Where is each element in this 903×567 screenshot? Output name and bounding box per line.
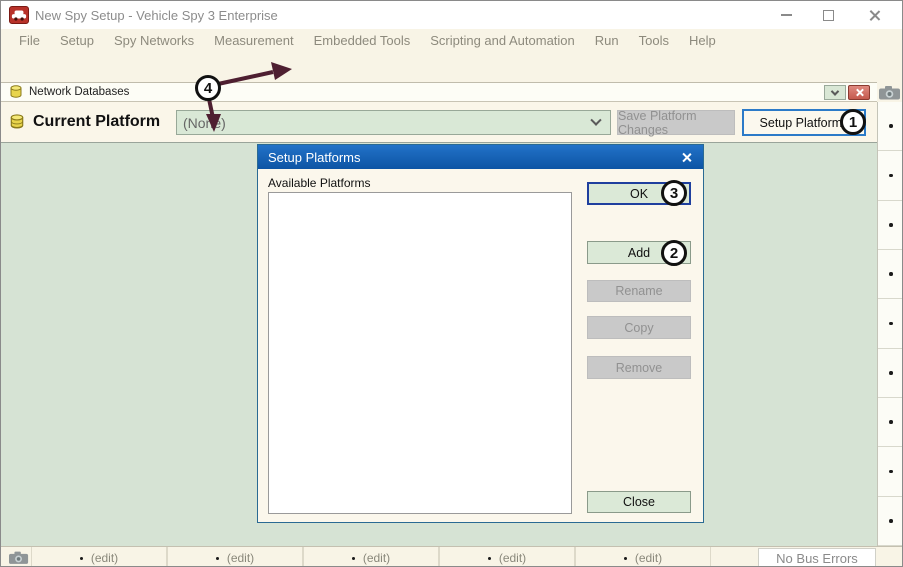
car-glyph — [10, 7, 28, 23]
close-icon — [681, 152, 692, 163]
rail-cell[interactable] — [878, 250, 903, 299]
menu-spy-networks[interactable]: Spy Networks — [104, 33, 204, 48]
app-car-icon — [9, 6, 29, 24]
save-platform-changes-button: Save Platform Changes — [617, 110, 735, 135]
app-window: New Spy Setup - Vehicle Spy 3 Enterprise… — [0, 0, 903, 567]
copy-button: Copy — [587, 316, 691, 339]
chevron-down-icon — [590, 114, 601, 125]
screenshot-camera-icon[interactable] — [9, 551, 29, 567]
bullet-dot-icon — [889, 519, 893, 523]
remove-button: Remove — [587, 356, 691, 379]
bullet-dot-icon — [889, 470, 893, 474]
menu-setup[interactable]: Setup — [50, 33, 104, 48]
dialog-title-bar[interactable]: Setup Platforms — [258, 145, 703, 169]
menu-run[interactable]: Run — [585, 33, 629, 48]
bullet-dot-icon — [216, 557, 219, 560]
status-edit-segment[interactable]: (edit) — [31, 547, 167, 567]
rail-cell[interactable] — [878, 151, 903, 200]
edit-label: (edit) — [635, 551, 662, 565]
bullet-dot-icon — [889, 322, 893, 326]
rail-cell[interactable] — [878, 201, 903, 250]
toolbar: Offline Platform: (No — [1, 51, 902, 82]
edit-label: (edit) — [363, 551, 390, 565]
bullet-dot-icon — [488, 557, 491, 560]
current-platform-row: Current Platform (None) Save Platform Ch… — [1, 102, 877, 142]
dialog-close-button[interactable] — [677, 149, 695, 165]
edit-label: (edit) — [499, 551, 526, 565]
rail-cell[interactable] — [878, 497, 903, 546]
bus-errors-status: No Bus Errors — [758, 548, 876, 567]
panel-close-button[interactable] — [848, 85, 870, 100]
callout-step-2: 2 — [661, 240, 687, 266]
available-platforms-listbox[interactable] — [268, 192, 572, 514]
panel-collapse-button[interactable] — [824, 85, 846, 100]
bullet-dot-icon — [889, 223, 893, 227]
menu-measurement[interactable]: Measurement — [204, 33, 303, 48]
bullet-dot-icon — [889, 371, 893, 375]
menu-file[interactable]: File — [9, 33, 50, 48]
current-platform-combobox[interactable]: (None) — [176, 110, 611, 135]
bus-errors-label: No Bus Errors — [776, 551, 858, 566]
status-edit-segment[interactable]: (edit) — [439, 547, 575, 567]
menu-help[interactable]: Help — [679, 33, 726, 48]
window-title: New Spy Setup - Vehicle Spy 3 Enterprise — [35, 8, 278, 23]
close-button[interactable] — [857, 1, 891, 29]
current-platform-label: Current Platform — [33, 113, 160, 131]
network-databases-title: Network Databases — [29, 86, 129, 98]
bullet-dot-icon — [889, 124, 893, 128]
callout-step-1: 1 — [840, 109, 866, 135]
edit-label: (edit) — [227, 551, 254, 565]
rail-cell[interactable] — [878, 398, 903, 447]
callout-step-3: 3 — [661, 180, 687, 206]
rail-cell[interactable] — [878, 102, 903, 151]
current-platform-value: (None) — [177, 115, 592, 131]
menu-tools[interactable]: Tools — [629, 33, 679, 48]
title-bar: New Spy Setup - Vehicle Spy 3 Enterprise — [1, 1, 902, 29]
bullet-dot-icon — [889, 174, 893, 178]
bullet-dot-icon — [80, 557, 83, 560]
callout-step-4: 4 — [195, 75, 221, 101]
available-platforms-label: Available Platforms — [268, 176, 371, 190]
chevron-down-icon — [831, 87, 839, 95]
close-dialog-button[interactable]: Close — [587, 491, 691, 513]
rename-button: Rename — [587, 280, 691, 302]
status-edit-segment[interactable]: (edit) — [167, 547, 303, 567]
status-bar: (edit) (edit) (edit) (edit) (edit) No Bu… — [1, 546, 902, 567]
close-icon — [855, 88, 864, 97]
network-databases-bar: Network Databases — [1, 82, 877, 102]
menu-bar: File Setup Spy Networks Measurement Embe… — [1, 29, 902, 51]
status-edit-segment[interactable]: (edit) — [575, 547, 711, 567]
minimize-icon — [781, 14, 792, 16]
bullet-dot-icon — [352, 557, 355, 560]
menu-scripting-automation[interactable]: Scripting and Automation — [420, 33, 585, 48]
maximize-button[interactable] — [811, 1, 845, 29]
maximize-icon — [823, 10, 834, 21]
rail-cell[interactable] — [878, 447, 903, 496]
setup-platforms-dialog: Setup Platforms Available Platforms OK A… — [257, 144, 704, 523]
minimize-button[interactable] — [769, 1, 803, 29]
database-icon — [9, 114, 25, 135]
edit-label: (edit) — [91, 551, 118, 565]
rail-cell[interactable] — [878, 299, 903, 348]
bullet-dot-icon — [889, 420, 893, 424]
bullet-dot-icon — [624, 557, 627, 560]
bullet-dot-icon — [889, 272, 893, 276]
status-edit-segment[interactable]: (edit) — [303, 547, 439, 567]
close-icon — [868, 9, 881, 22]
right-dot-rail — [877, 102, 903, 546]
dialog-title: Setup Platforms — [268, 150, 361, 165]
rail-cell[interactable] — [878, 349, 903, 398]
menu-embedded-tools[interactable]: Embedded Tools — [304, 33, 421, 48]
